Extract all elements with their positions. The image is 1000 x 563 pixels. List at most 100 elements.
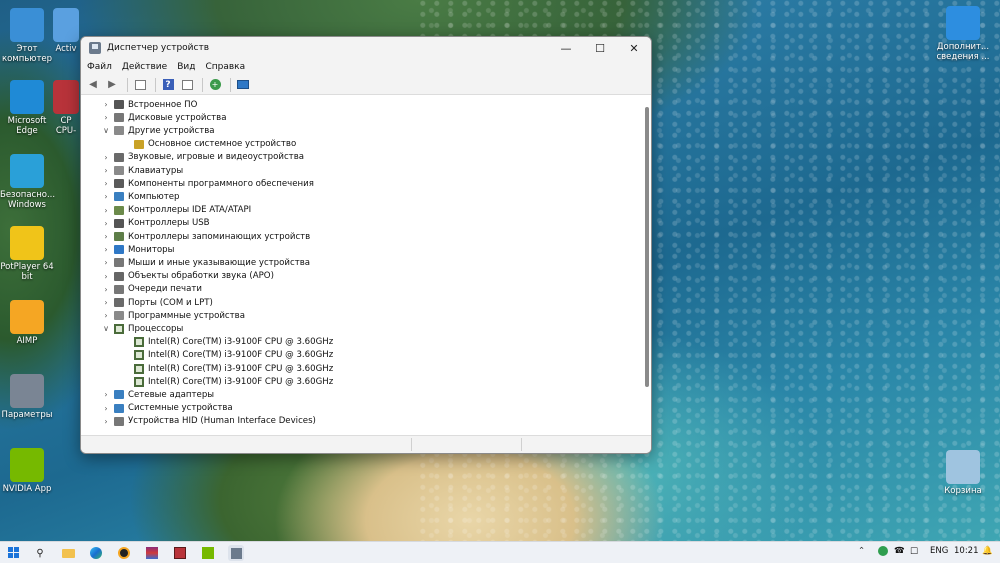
chevron-right-icon[interactable]: › (101, 285, 111, 294)
minimize-button[interactable]: — (549, 37, 583, 59)
desktop-edge-shortcut[interactable]: Microsoft Edge (0, 80, 54, 136)
phone-link-icon[interactable]: ☎ (894, 546, 905, 556)
device-manager-window[interactable]: Диспетчер устройств — ☐ ✕ Файл Действие … (80, 36, 652, 454)
edge-icon[interactable] (88, 545, 104, 561)
device-category[interactable]: ∨ Другие устройства (101, 124, 215, 137)
desktop-nvidia-shortcut[interactable]: NVIDIA App (0, 448, 54, 494)
device-category[interactable]: › Сетевые адаптеры (101, 388, 214, 401)
desktop-potplayer-shortcut[interactable]: PotPlayer 64 bit (0, 226, 54, 282)
device-category[interactable]: › Звуковые, игровые и видеоустройства (101, 151, 304, 164)
toolbar: ◀ ▶ ? + (81, 75, 651, 95)
desktop-recycle-bin-shortcut[interactable]: Корзина (936, 450, 990, 496)
device-category[interactable]: › Клавиатуры (101, 164, 183, 177)
chevron-right-icon[interactable]: › (101, 232, 111, 241)
chevron-right-icon[interactable]: › (101, 100, 111, 109)
menu-view[interactable]: Вид (177, 62, 195, 72)
device-label: Клавиатуры (128, 165, 184, 176)
clock[interactable]: 10:21 (954, 546, 979, 556)
title-bar[interactable]: Диспетчер устройств — ☐ ✕ (81, 37, 651, 59)
device-category[interactable]: › Системные устройства (101, 402, 232, 415)
device-item[interactable]: Intel(R) Core(TM) i3-9100F CPU @ 3.60GHz (121, 362, 333, 375)
close-button[interactable]: ✕ (617, 37, 651, 59)
desktop-cpuz-shortcut[interactable]: CP CPU- (52, 80, 80, 136)
device-category[interactable]: › Встроенное ПО (101, 98, 197, 111)
forward-arrow-icon[interactable]: ▶ (104, 77, 120, 93)
vertical-scrollbar[interactable] (645, 107, 649, 387)
chevron-right-icon[interactable]: › (101, 258, 111, 267)
chevron-right-icon[interactable]: › (101, 192, 111, 201)
device-category[interactable]: › Мониторы (101, 243, 174, 256)
back-arrow-icon[interactable]: ◀ (85, 77, 101, 93)
aimp-icon (10, 300, 44, 334)
chevron-right-icon[interactable]: › (101, 245, 111, 254)
chevron-down-icon[interactable]: ∨ (101, 324, 111, 333)
chevron-right-icon[interactable]: › (101, 179, 111, 188)
device-category[interactable]: ∨ Процессоры (101, 322, 183, 335)
device-label: Программные устройства (128, 310, 245, 321)
chevron-right-icon[interactable]: › (101, 166, 111, 175)
chevron-right-icon[interactable]: › (101, 206, 111, 215)
cpuz-icon (53, 80, 79, 114)
device-category[interactable]: › Контроллеры запоминающих устройств (101, 230, 310, 243)
chevron-right-icon[interactable]: › (101, 219, 111, 228)
desktop-aimp-shortcut[interactable]: AIMP (0, 300, 54, 346)
device-item[interactable]: Intel(R) Core(TM) i3-9100F CPU @ 3.60GHz (121, 349, 333, 362)
device-category[interactable]: › Дисковые устройства (101, 111, 226, 124)
chevron-right-icon[interactable]: › (101, 298, 111, 307)
aimp-icon[interactable] (116, 545, 132, 561)
device-category[interactable]: › Очереди печати (101, 283, 202, 296)
scan-hardware-icon[interactable]: + (207, 77, 223, 93)
device-item[interactable]: Intel(R) Core(TM) i3-9100F CPU @ 3.60GHz (121, 375, 333, 388)
device-item[interactable]: Intel(R) Core(TM) i3-9100F CPU @ 3.60GHz (121, 336, 333, 349)
device-category[interactable]: › Компьютер (101, 190, 179, 203)
device-category[interactable]: › Объекты обработки звука (APO) (101, 270, 274, 283)
device-manager-taskbar-icon[interactable] (228, 545, 244, 561)
chevron-right-icon[interactable]: › (101, 272, 111, 281)
device-tree[interactable]: › Встроенное ПО › Дисковые устройства ∨ Други… (83, 97, 641, 435)
device-category[interactable]: › Программные устройства (101, 309, 245, 322)
network-icon[interactable]: □ (910, 546, 918, 556)
menu-file[interactable]: Файл (87, 62, 112, 72)
desktop-shield-shortcut[interactable]: Безопасно... Windows (0, 154, 55, 210)
chevron-right-icon[interactable]: › (101, 311, 111, 320)
view-properties-icon[interactable] (179, 77, 195, 93)
device-item[interactable]: Основное системное устройство (121, 138, 296, 151)
chevron-right-icon[interactable]: › (101, 404, 111, 413)
monitor-icon[interactable] (235, 77, 251, 93)
notification-bell-icon[interactable]: 🔔 (982, 546, 993, 556)
search-icon[interactable]: ⚲ (32, 545, 48, 561)
winrar-icon[interactable] (144, 545, 160, 561)
device-category[interactable]: › Контроллеры USB (101, 217, 209, 230)
device-category[interactable]: › Устройства HID (Human Interface Devices… (101, 415, 316, 428)
chevron-down-icon[interactable]: ∨ (101, 126, 111, 135)
device-category[interactable]: › Компоненты программного обеспечения (101, 177, 314, 190)
nvidia-icon[interactable] (200, 545, 216, 561)
language-indicator[interactable]: ENG (930, 546, 948, 556)
help-icon[interactable]: ? (160, 77, 176, 93)
desktop-info-image-shortcut[interactable]: Дополнит... сведения ... (936, 6, 990, 62)
desktop-key-shortcut[interactable]: Activ (52, 8, 80, 54)
device-category[interactable]: › Порты (COM и LPT) (101, 296, 212, 309)
menu-action[interactable]: Действие (122, 62, 167, 72)
security-tray-icon[interactable] (878, 546, 888, 559)
taskbar: ⚲ ⌃ ☎ □ ENG 10:21 🔔 (0, 541, 1000, 563)
chevron-right-icon[interactable]: › (101, 417, 111, 426)
properties-icon[interactable] (132, 77, 148, 93)
desktop-monitor-shortcut[interactable]: Этот компьютер (0, 8, 54, 64)
chevron-right-icon[interactable]: › (101, 153, 111, 162)
device-category[interactable]: › Мыши и иные указывающие устройства (101, 256, 310, 269)
cpuz-icon[interactable] (172, 545, 188, 561)
chevron-right-icon[interactable]: › (101, 390, 111, 399)
device-label: Сетевые адаптеры (128, 389, 215, 400)
file-explorer-icon[interactable] (60, 545, 76, 561)
windows-start-icon[interactable] (6, 545, 22, 561)
device-label: Контроллеры запоминающих устройств (128, 231, 311, 242)
chevron-right-icon[interactable]: › (101, 113, 111, 122)
menu-help[interactable]: Справка (205, 62, 245, 72)
status-divider (521, 438, 522, 451)
chevron-up-icon[interactable]: ⌃ (858, 546, 865, 556)
device-label: Очереди печати (128, 284, 202, 295)
maximize-button[interactable]: ☐ (583, 37, 617, 59)
device-category[interactable]: › Контроллеры IDE ATA/ATAPI (101, 204, 251, 217)
desktop-gear-shortcut[interactable]: Параметры (0, 374, 54, 420)
